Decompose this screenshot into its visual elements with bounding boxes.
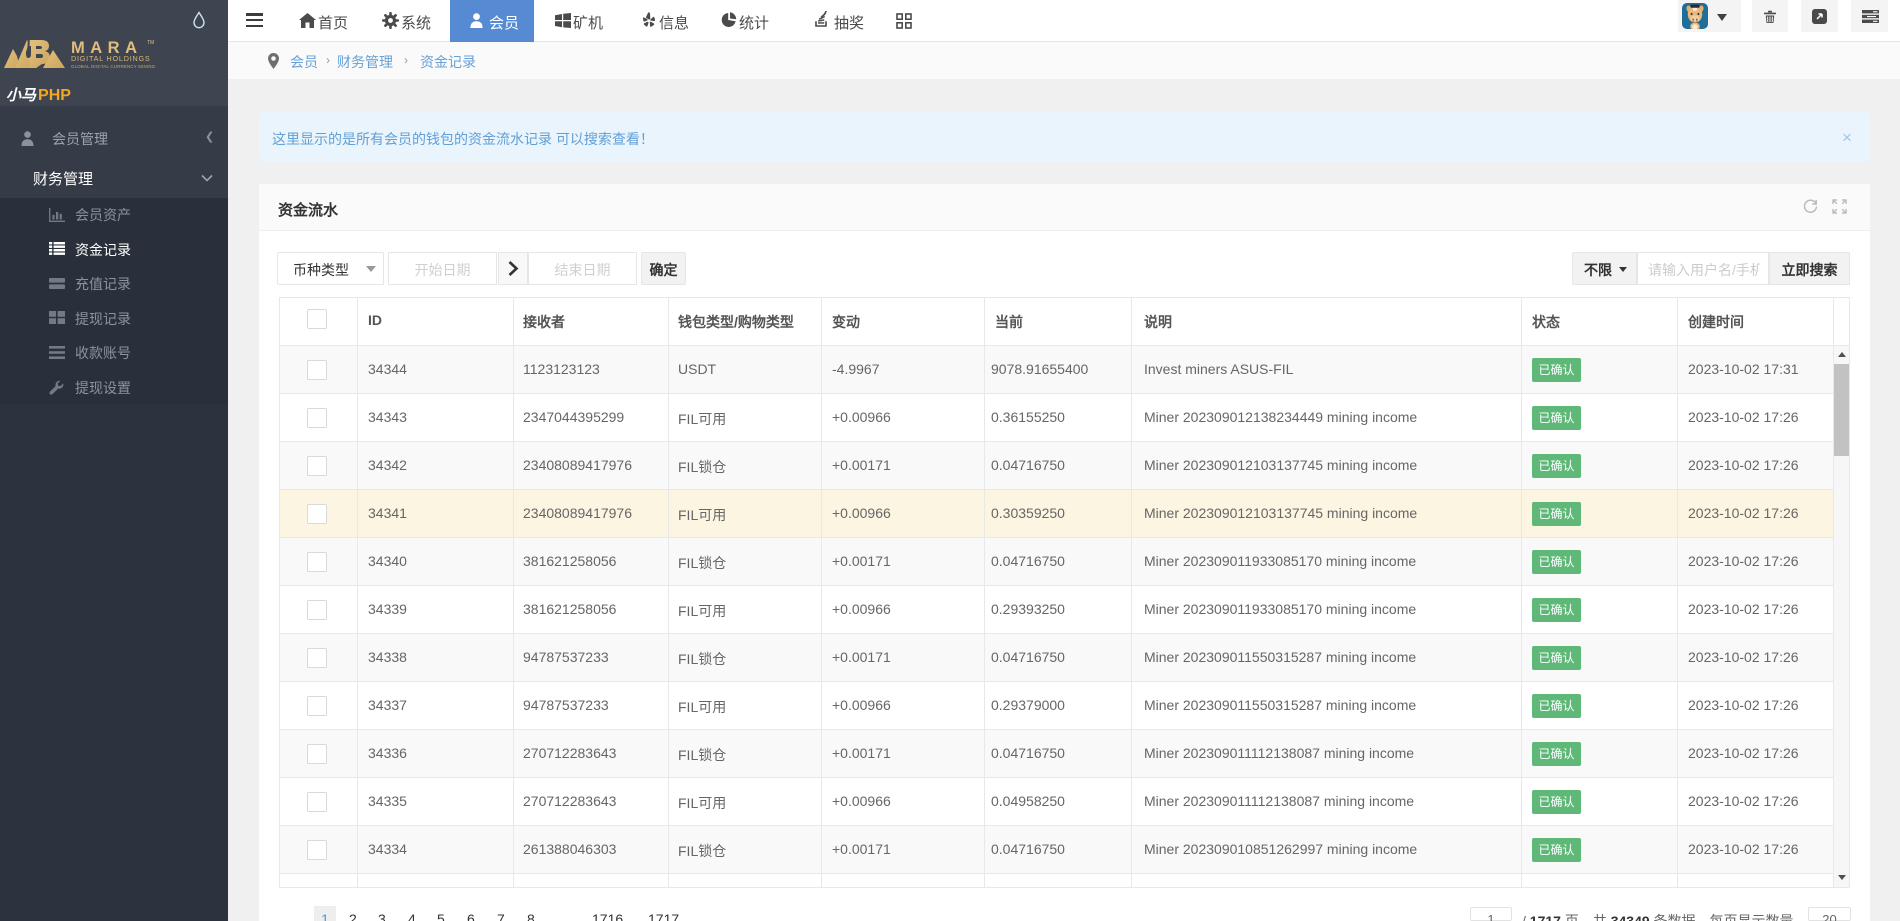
svg-text:GLOBAL DIGITAL CURRENCY MINING: GLOBAL DIGITAL CURRENCY MINING — [71, 64, 156, 69]
svg-text:TM: TM — [147, 40, 154, 46]
svg-text:DIGITAL HOLDINGS: DIGITAL HOLDINGS — [71, 54, 151, 63]
